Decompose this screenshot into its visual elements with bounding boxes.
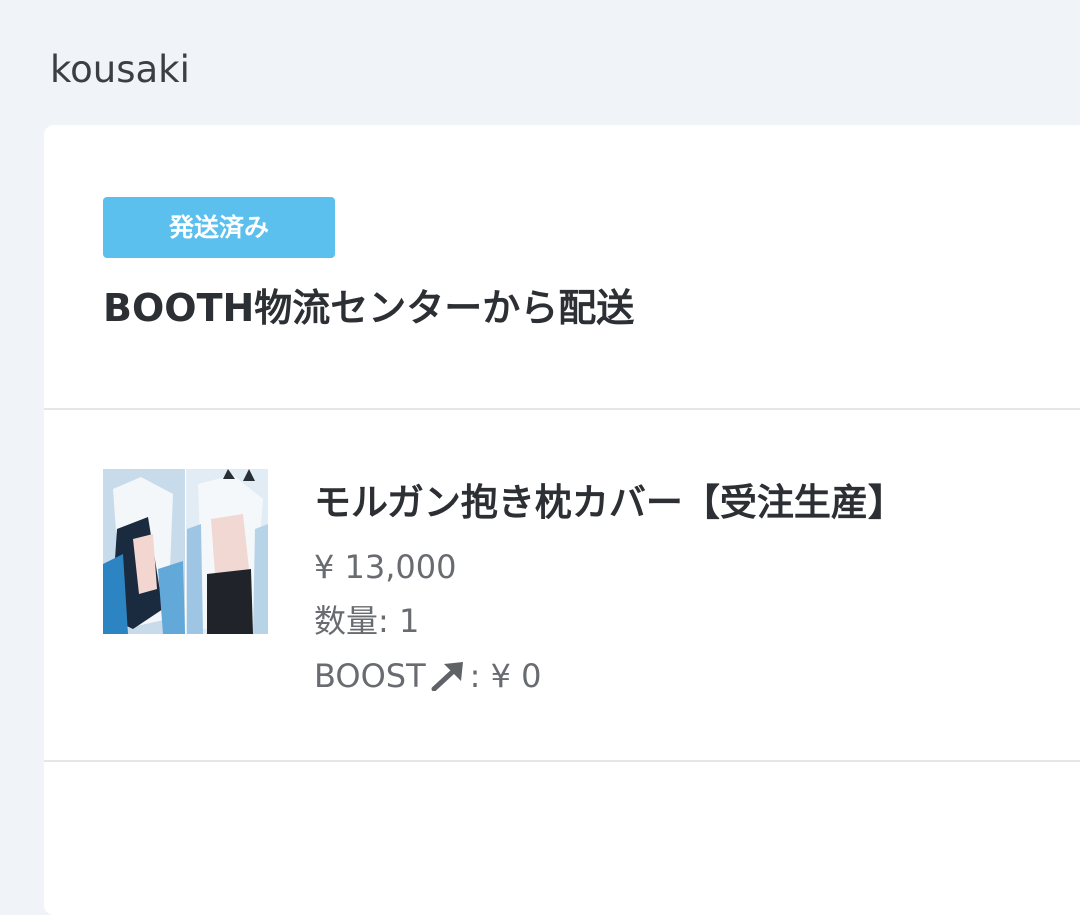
- divider: [44, 760, 1080, 762]
- arrow-up-right-icon: [430, 658, 466, 702]
- shipping-method-title: BOOTH物流センターから配送: [103, 286, 635, 330]
- item-price: ¥ 13,000: [314, 548, 457, 586]
- boost-row: BOOST : ¥ 0: [314, 654, 541, 702]
- boost-value: : ¥ 0: [469, 657, 542, 695]
- shop-name[interactable]: kousaki: [50, 44, 190, 96]
- item-name[interactable]: モルガン抱き枕カバー【受注生産】: [314, 477, 905, 529]
- status-badge: 発送済み: [103, 197, 335, 258]
- item-thumbnail[interactable]: [103, 469, 268, 634]
- boost-label: BOOST: [314, 657, 426, 695]
- item-quantity: 数量: 1: [314, 599, 419, 643]
- quantity-label: 数量:: [314, 602, 389, 640]
- divider: [44, 408, 1080, 410]
- order-card: 発送済み BOOTH物流センターから配送 モルガン抱き枕カバー【受注生産】 ¥ …: [44, 125, 1080, 915]
- quantity-value: 1: [398, 602, 420, 640]
